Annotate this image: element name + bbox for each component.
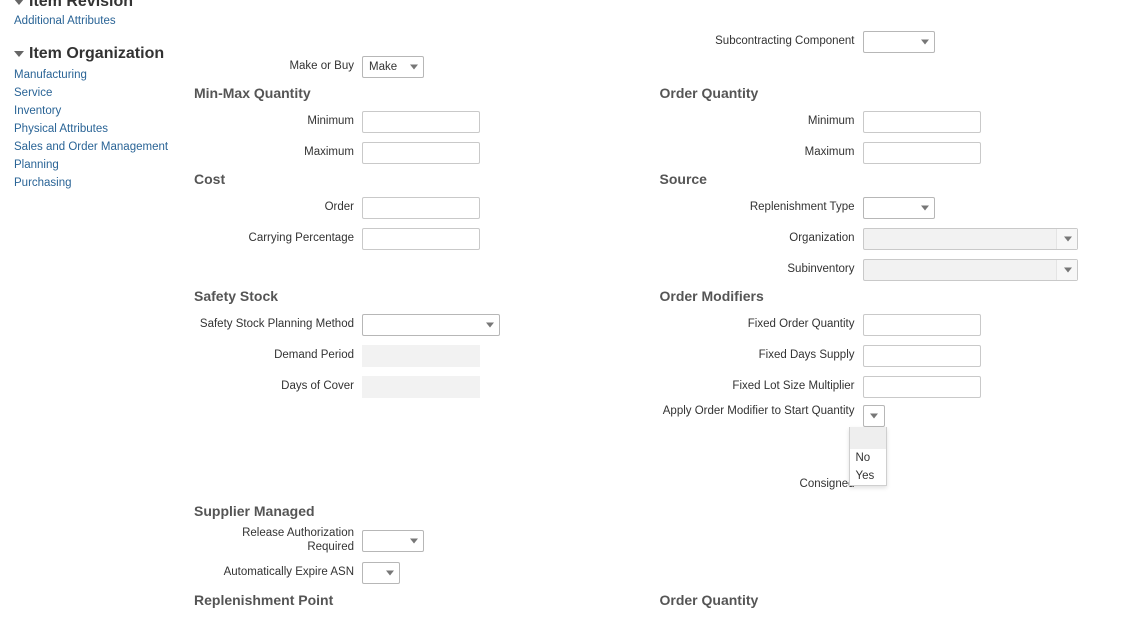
sidebar-item-service[interactable]: Service	[14, 87, 174, 99]
subcontracting-label: Subcontracting Component	[660, 35, 863, 49]
fixed-qty-label: Fixed Order Quantity	[660, 318, 863, 332]
fixed-days-label: Fixed Days Supply	[660, 349, 863, 363]
auto-expire-label: Automatically Expire ASN	[194, 566, 362, 580]
sidebar-item-physical[interactable]: Physical Attributes	[14, 123, 174, 135]
orderqty-min-label: Minimum	[660, 115, 863, 129]
sidebar-item-purchasing[interactable]: Purchasing	[14, 177, 174, 189]
source-subinv-combo[interactable]	[863, 259, 1078, 281]
release-auth-label: Release Authorization Required	[194, 527, 362, 555]
safety-cover-label: Days of Cover	[194, 380, 362, 394]
apply-modifier-dropdown: No Yes	[849, 427, 887, 486]
cost-carrying-input[interactable]	[362, 228, 480, 250]
cost-order-label: Order	[194, 201, 362, 215]
sidebar-item-additional-attributes[interactable]: Additional Attributes	[14, 15, 174, 27]
orderqty-max-label: Maximum	[660, 146, 863, 160]
source-subinv-label: Subinventory	[660, 263, 863, 277]
safety-cover-readonly	[362, 376, 480, 398]
section-orderqty2: Order Quantity	[660, 592, 1106, 608]
section-replenish: Replenishment Point	[194, 592, 640, 608]
section-safety: Safety Stock	[194, 288, 640, 304]
chevron-down-icon	[486, 322, 494, 327]
chevron-down-icon	[410, 538, 418, 543]
replenish-type-label: Replenishment Type	[660, 201, 863, 215]
release-auth-select[interactable]	[362, 530, 424, 552]
section-modifiers: Order Modifiers	[660, 288, 1106, 304]
dropdown-option-no[interactable]: No	[850, 449, 886, 467]
chevron-down-icon	[921, 205, 929, 210]
consigned-label: Consigned	[660, 478, 863, 492]
sidebar: Item Revision Additional Attributes Item…	[0, 0, 180, 195]
auto-expire-select[interactable]	[362, 562, 400, 584]
subcontracting-select[interactable]	[863, 31, 935, 53]
orderqty-max-input[interactable]	[863, 142, 981, 164]
section-supplier: Supplier Managed	[194, 503, 640, 519]
collapse-icon	[14, 0, 24, 5]
section-cost: Cost	[194, 171, 640, 187]
orderqty-min-input[interactable]	[863, 111, 981, 133]
chevron-down-icon	[870, 414, 878, 419]
source-org-label: Organization	[660, 232, 863, 246]
apply-modifier-label: Apply Order Modifier to Start Quantity	[660, 405, 863, 418]
sidebar-item-inventory[interactable]: Inventory	[14, 105, 174, 117]
fixed-lot-label: Fixed Lot Size Multiplier	[660, 380, 863, 394]
cost-order-input[interactable]	[362, 197, 480, 219]
sidebar-item-planning[interactable]: Planning	[14, 159, 174, 171]
fixed-days-input[interactable]	[863, 345, 981, 367]
cost-carrying-label: Carrying Percentage	[194, 232, 362, 246]
minmax-max-input[interactable]	[362, 142, 480, 164]
section-orderqty: Order Quantity	[660, 85, 1106, 101]
safety-method-label: Safety Stock Planning Method	[194, 318, 362, 332]
chevron-down-icon	[921, 39, 929, 44]
make-or-buy-value: Make	[369, 61, 397, 73]
chevron-down-icon	[410, 64, 418, 69]
label: Item Organization	[29, 45, 164, 63]
dropdown-option-yes[interactable]: Yes	[850, 467, 886, 485]
fixed-lot-input[interactable]	[863, 376, 981, 398]
chevron-down-icon	[1064, 236, 1072, 241]
sidebar-section-item-org: Item Organization	[14, 45, 174, 63]
make-or-buy-label: Make or Buy	[194, 60, 362, 74]
dropdown-option-blank[interactable]	[850, 427, 886, 449]
label: Item Revision	[29, 0, 133, 11]
section-source: Source	[660, 171, 1106, 187]
apply-modifier-select[interactable]	[863, 405, 885, 427]
chevron-down-icon	[1064, 267, 1072, 272]
collapse-icon	[14, 51, 24, 57]
source-org-combo[interactable]	[863, 228, 1078, 250]
sidebar-item-sales[interactable]: Sales and Order Management	[14, 141, 174, 153]
minmax-min-label: Minimum	[194, 115, 362, 129]
safety-demand-label: Demand Period	[194, 349, 362, 363]
sidebar-section-item-revision: Item Revision	[14, 0, 174, 11]
make-or-buy-select[interactable]: Make	[362, 56, 424, 78]
minmax-max-label: Maximum	[194, 146, 362, 160]
safety-method-select[interactable]	[362, 314, 500, 336]
sidebar-item-manufacturing[interactable]: Manufacturing	[14, 69, 174, 81]
fixed-qty-input[interactable]	[863, 314, 981, 336]
minmax-min-input[interactable]	[362, 111, 480, 133]
section-minmax: Min-Max Quantity	[194, 85, 640, 101]
chevron-down-icon	[386, 571, 394, 576]
safety-demand-readonly	[362, 345, 480, 367]
replenish-type-select[interactable]	[863, 197, 935, 219]
main-form: Make or Buy Make Subcontracting Componen…	[180, 0, 1129, 628]
